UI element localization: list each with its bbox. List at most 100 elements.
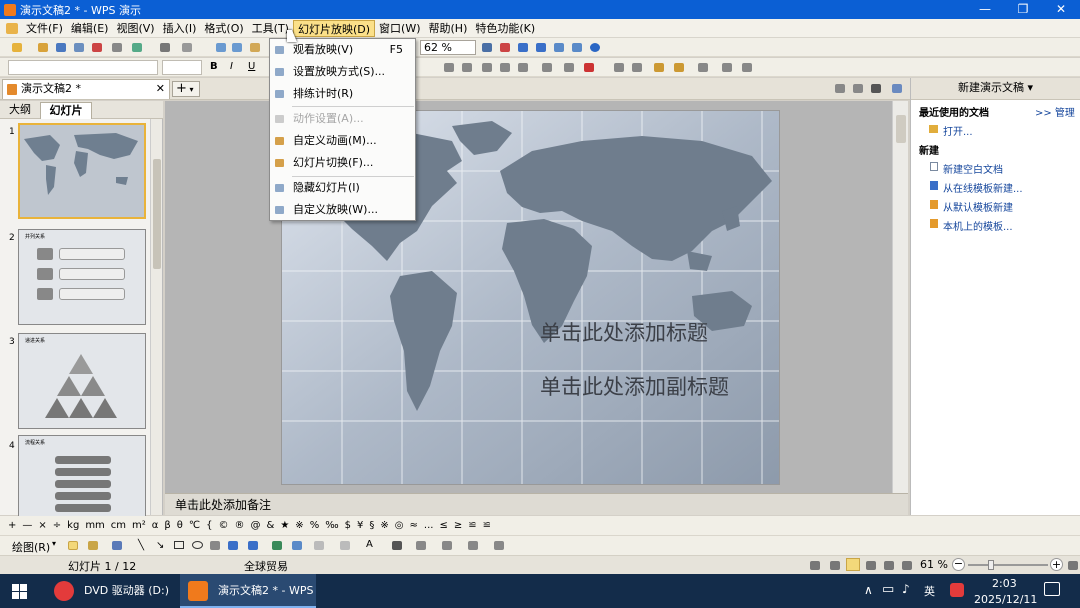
scroll-thumb[interactable] — [896, 115, 906, 143]
paragraph-icon[interactable] — [632, 63, 642, 72]
task-pane-header[interactable]: 新建演示文稿 ▾ — [911, 78, 1080, 100]
taskbar-dvd-drive[interactable]: DVD 驱动器 (D:) W... — [46, 574, 176, 608]
scroll-thumb[interactable] — [153, 159, 161, 269]
line-icon[interactable]: ╲ — [138, 540, 144, 551]
align-left-icon[interactable] — [542, 63, 552, 72]
arrow-icon[interactable]: ↘ — [156, 540, 164, 551]
dash-style-icon[interactable] — [416, 541, 426, 550]
slide-title-placeholder[interactable]: 单击此处添加标题 — [540, 317, 708, 347]
manage-link[interactable]: >> 管理 — [1035, 104, 1075, 119]
menu-slideshow[interactable]: 幻灯片放映(D) — [292, 19, 376, 37]
bullets-icon[interactable] — [462, 63, 472, 72]
menu-item-slide-transition[interactable]: 幻灯片切换(F)... — [270, 152, 415, 174]
menu-special[interactable]: 特色功能(K) — [471, 20, 539, 37]
fit-window-icon[interactable] — [1068, 561, 1078, 570]
slides-panel-scrollbar[interactable] — [150, 119, 162, 515]
clipart-icon[interactable] — [272, 541, 282, 550]
taskbar-wps-presentation[interactable]: 演示文稿2 * - WPS ... — [180, 574, 316, 608]
symbol-button[interactable]: ... — [424, 520, 434, 531]
slide-thumbnail-1[interactable] — [18, 123, 146, 219]
volume-icon[interactable]: ♪ — [902, 582, 910, 596]
new-tab-button[interactable]: + ▾ — [172, 81, 200, 97]
open-icon[interactable] — [38, 43, 48, 52]
font-shrink-icon[interactable] — [518, 63, 528, 72]
arrow-style-icon[interactable] — [442, 541, 452, 550]
symbol-button[interactable]: @ — [251, 520, 261, 531]
diagram-icon[interactable] — [248, 541, 258, 550]
rotate-icon[interactable] — [88, 541, 98, 550]
new-blank-link[interactable]: 新建空白文档 — [943, 161, 1003, 176]
background-icon[interactable] — [698, 63, 708, 72]
table-icon[interactable] — [536, 43, 546, 52]
view-icon-2[interactable] — [853, 84, 863, 93]
autoshapes-icon[interactable] — [112, 541, 122, 550]
symbol-button[interactable]: ÷ — [53, 520, 61, 531]
symbol-button[interactable]: ≌ — [483, 520, 491, 531]
menu-format[interactable]: 格式(O) — [200, 20, 247, 37]
layout-icon[interactable] — [674, 63, 684, 72]
print-icon[interactable] — [112, 43, 122, 52]
decrease-indent-icon[interactable] — [482, 63, 492, 72]
menu-item-hide-slide[interactable]: 隐藏幻灯片(I) — [270, 177, 415, 199]
symbol-button[interactable]: ※ — [295, 520, 303, 531]
online-template-link[interactable]: 从在线模板新建... — [943, 180, 1023, 195]
symbol-button[interactable]: ℃ — [189, 520, 200, 531]
slide-thumbnail-3[interactable]: 递进关系 — [18, 333, 146, 429]
symbol-button[interactable]: α — [152, 520, 159, 531]
slide-subtitle-placeholder[interactable]: 单击此处添加副标题 — [540, 371, 729, 401]
font-color-icon[interactable] — [584, 63, 594, 72]
menu-item-custom-animation[interactable]: 自定义动画(M)... — [270, 130, 415, 152]
grid-icon[interactable] — [722, 63, 732, 72]
close-tab-icon[interactable]: ✕ — [156, 80, 165, 98]
symbol-button[interactable]: ¥ — [357, 520, 363, 531]
menu-view[interactable]: 视图(V) — [112, 20, 158, 37]
wordart-icon[interactable] — [228, 541, 238, 550]
symbol-button[interactable]: ★ — [280, 520, 289, 531]
windows-start-icon[interactable] — [12, 584, 27, 599]
minimize-button[interactable]: — — [966, 0, 1004, 19]
menu-item-custom-show[interactable]: 自定义放映(W)... — [270, 199, 415, 221]
clock-date[interactable]: 2025/12/11 — [974, 593, 1037, 606]
symbol-button[interactable]: © — [219, 520, 229, 531]
open-link[interactable]: 打开... — [943, 123, 973, 138]
symbol-button[interactable]: + — [8, 520, 16, 531]
menu-help[interactable]: 帮助(H) — [425, 20, 472, 37]
more-icon[interactable] — [742, 63, 752, 72]
editor-scrollbar[interactable] — [892, 101, 908, 493]
copy-icon[interactable] — [216, 43, 226, 52]
zoom-out-button[interactable]: − — [952, 558, 965, 571]
menu-item-rehearse-timings[interactable]: 排练计时(R) — [270, 83, 415, 105]
cut-icon[interactable] — [182, 43, 192, 52]
symbol-button[interactable]: ※ — [380, 520, 388, 531]
symbol-button[interactable]: mm — [85, 520, 104, 531]
restore-button[interactable]: ❐ — [1004, 0, 1042, 19]
symbol-button[interactable]: ≈ — [410, 520, 418, 531]
symbol-button[interactable]: β — [164, 520, 170, 531]
view-icon-3[interactable] — [871, 84, 881, 93]
tab-slides[interactable]: 幻灯片 — [40, 102, 92, 119]
save-icon[interactable] — [56, 43, 66, 52]
menu-insert[interactable]: 插入(I) — [159, 20, 201, 37]
rectangle-icon[interactable] — [174, 541, 184, 549]
preview-icon[interactable] — [132, 43, 142, 52]
symbol-button[interactable]: ≥ — [454, 520, 462, 531]
menu-file[interactable]: 文件(F) — [22, 20, 67, 37]
menu-item-view-show[interactable]: 观看放映(V) F5 — [270, 39, 415, 61]
slideshow-view-icon[interactable] — [902, 561, 912, 570]
view-icon-1[interactable] — [835, 84, 845, 93]
textbox-icon[interactable] — [210, 541, 220, 550]
wps-tray-icon[interactable] — [950, 583, 964, 597]
menu-edit[interactable]: 编辑(E) — [67, 20, 113, 37]
network-icon[interactable]: ▭ — [882, 582, 894, 597]
symbol-button[interactable]: { — [206, 520, 212, 531]
draw-dropdown-icon[interactable]: ▾ — [52, 539, 56, 548]
clock-time[interactable]: 2:03 — [992, 577, 1017, 590]
align-center-icon[interactable] — [564, 63, 574, 72]
font-size-box[interactable] — [162, 60, 202, 75]
picture-icon[interactable] — [292, 541, 302, 550]
symbol-button[interactable]: ≌ — [468, 520, 476, 531]
ellipse-icon[interactable] — [192, 541, 203, 549]
font-color-draw-icon[interactable]: A — [366, 539, 373, 550]
spellcheck-icon[interactable] — [160, 43, 170, 52]
font-name-box[interactable] — [8, 60, 158, 75]
